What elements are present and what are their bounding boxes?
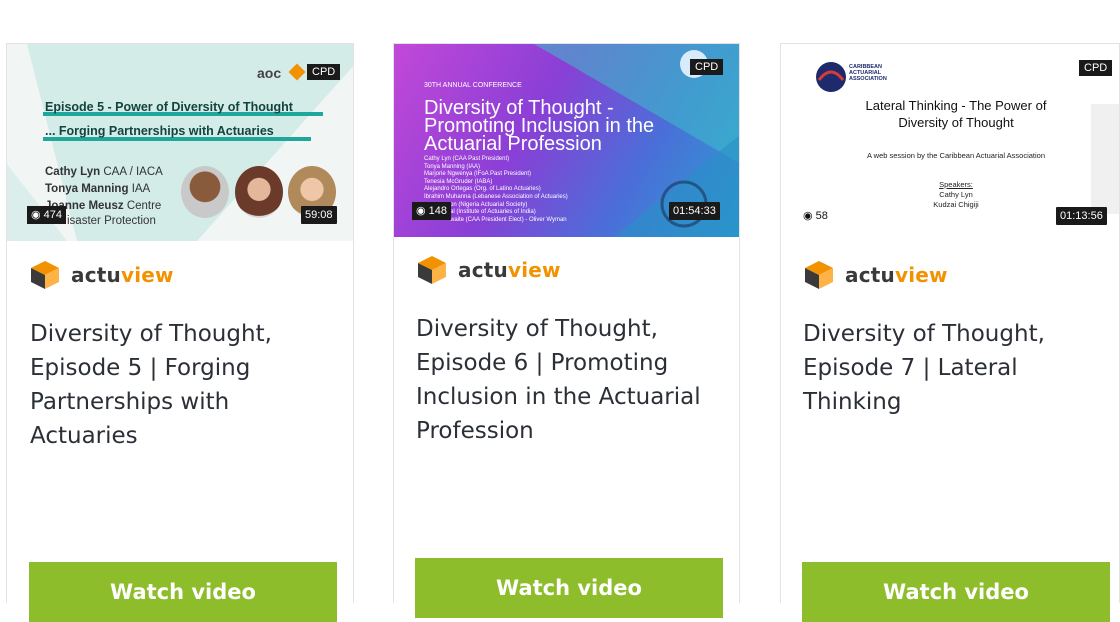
cpd-badge: CPD	[307, 64, 341, 80]
speaker-line: Tenesia McGruder (IABA)	[424, 178, 493, 185]
video-duration: 01:54:33	[669, 202, 720, 220]
video-title[interactable]: Diversity of Thought, Episode 6 | Promot…	[416, 312, 728, 448]
video-duration: 59:08	[301, 206, 337, 224]
speaker-line: Tonya Manning (IAA)	[424, 163, 481, 170]
speaker-line: waite (CAA President Elect) - Oliver Wym…	[450, 216, 567, 223]
thumbnail-org-name: CARIBBEAN ACTUARIAL ASSOCIATION	[849, 64, 887, 82]
actuview-wordmark: actuview	[71, 263, 174, 287]
view-count: ◉ 148	[412, 202, 451, 220]
thumbnail-speaker-extra: isaster Protection	[67, 215, 156, 227]
thumbnail-episode-line2: ... Forging Partnerships with Actuaries	[45, 124, 274, 138]
speaker-photo-2	[235, 166, 283, 218]
video-thumbnail[interactable]: CARIBBEAN ACTUARIAL ASSOCIATION CPD Late…	[781, 44, 1119, 241]
thumbnail-episode-line1: Episode 5 - Power of Diversity of Though…	[45, 100, 293, 114]
actuview-logo-icon	[31, 261, 59, 289]
actuview-logo-icon	[418, 256, 446, 284]
view-count: ◉ 58	[803, 210, 828, 222]
thumbnail-speaker-1: Cathy Lyn CAA / IACA	[45, 166, 163, 178]
video-thumbnail[interactable]: CPD 30TH ANNUAL CONFERENCE Diversity of …	[394, 44, 739, 237]
view-count: ◉ 474	[27, 206, 66, 224]
thumbnail-speaker-1: Cathy Lyn	[939, 190, 973, 199]
thumbnail-speaker-list: Cathy Lyn (CAA Past President) Tonya Man…	[424, 156, 654, 224]
cpd-badge: CPD	[1079, 60, 1113, 76]
watch-video-button[interactable]: Watch video	[29, 562, 337, 622]
watch-video-button[interactable]: Watch video	[415, 558, 723, 618]
actuview-wordmark: actuview	[845, 263, 948, 287]
eye-icon: ◉	[416, 205, 426, 217]
thumbnail-speaker-2: Tonya Manning IAA	[45, 183, 151, 195]
thumbnail-speakers-label: Speakers:	[939, 180, 973, 189]
video-card-2[interactable]: CPD 30TH ANNUAL CONFERENCE Diversity of …	[393, 43, 740, 618]
actuview-wordmark: actuview	[458, 258, 561, 282]
thumbnail-logo: aoc	[257, 65, 282, 81]
thumbnail-headline: Diversity of Thought - Promoting Inclusi…	[424, 97, 655, 155]
video-duration: 01:13:56	[1056, 207, 1107, 225]
speaker-line: al (Institute of Actuaries of India)	[450, 209, 536, 216]
speaker-line: Ibrahim Muhanna (Lebanese Association of…	[424, 193, 568, 200]
cpd-badge: CPD	[690, 59, 724, 75]
thumbnail-headline: Lateral Thinking - The Power of Diversit…	[865, 98, 1047, 130]
speaker-photo-1	[181, 166, 229, 218]
speaker-line: Marjorie Ngwenya (IFoA Past President)	[424, 171, 532, 178]
video-title[interactable]: Diversity of Thought, Episode 7 | Latera…	[803, 317, 1103, 419]
thumbnail-subline: A web session by the Caribbean Actuarial…	[866, 151, 1046, 160]
video-title[interactable]: Diversity of Thought, Episode 5 | Forgin…	[30, 317, 340, 453]
actuview-brand: actuview	[416, 254, 561, 286]
video-card-1[interactable]: aoc CPD Episode 5 - Power of Diversity o…	[6, 43, 354, 622]
speaker-line: on (Nigeria Actuarial Society)	[450, 201, 528, 208]
video-thumbnail[interactable]: aoc CPD Episode 5 - Power of Diversity o…	[7, 44, 353, 241]
actuview-brand: actuview	[29, 259, 174, 291]
speaker-line: Alejandro Ortegas (Org. of Latino Actuar…	[424, 186, 541, 193]
eye-icon: ◉	[803, 210, 813, 222]
thumbnail-conference: 30TH ANNUAL CONFERENCE	[424, 82, 522, 89]
actuview-logo-icon	[805, 261, 833, 289]
eye-icon: ◉	[31, 209, 41, 221]
actuview-brand: actuview	[803, 259, 948, 291]
speaker-line: Cathy Lyn (CAA Past President)	[424, 156, 510, 162]
video-card-3[interactable]: CARIBBEAN ACTUARIAL ASSOCIATION CPD Late…	[780, 43, 1120, 622]
thumbnail-speaker-2: Kudzai Chigiji	[933, 200, 979, 209]
watch-video-button[interactable]: Watch video	[802, 562, 1110, 622]
